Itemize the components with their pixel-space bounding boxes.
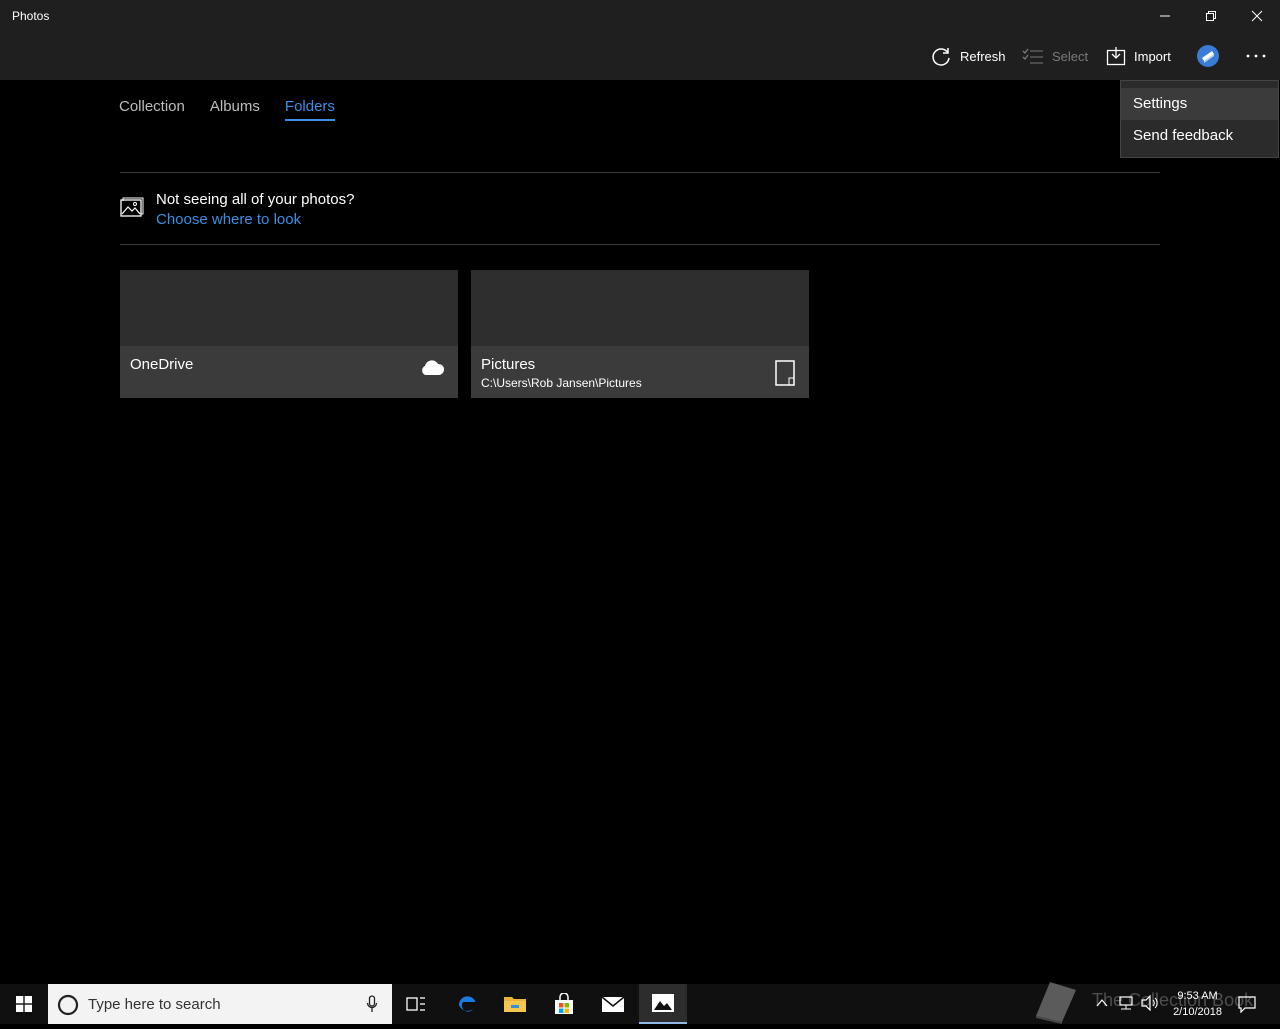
folder-name: OneDrive — [130, 356, 194, 373]
import-button[interactable]: Import — [1106, 44, 1171, 68]
tab-collection[interactable]: Collection — [119, 98, 185, 121]
action-center-icon[interactable] — [1238, 995, 1256, 1013]
restore-icon — [1206, 11, 1216, 21]
edge-browser-icon — [458, 996, 476, 1012]
notice-title: Not seeing all of your photos? — [156, 191, 355, 208]
clock-date: 2/10/2018 — [1173, 1006, 1222, 1018]
taskbar-store-button[interactable] — [540, 984, 588, 1024]
volume-icon[interactable] — [1141, 995, 1159, 1011]
taskbar-edge-button[interactable] — [443, 984, 491, 1024]
menu-item-settings[interactable]: Settings — [1121, 88, 1278, 120]
refresh-icon — [930, 45, 952, 67]
taskbar: Type here to search The Collection Book … — [0, 982, 1280, 1024]
mail-icon — [601, 996, 625, 1012]
close-button[interactable] — [1234, 0, 1280, 32]
folder-tile-pictures[interactable]: Pictures C:\Users\Rob Jansen\Pictures — [471, 270, 809, 398]
chevron-up-icon[interactable] — [1096, 997, 1108, 1009]
more-options-menu: Settings Send feedback — [1120, 80, 1279, 158]
refresh-button[interactable]: Refresh — [930, 44, 1006, 68]
app-title: Photos — [12, 9, 50, 23]
windows-logo-icon — [16, 996, 32, 1012]
close-icon — [1251, 10, 1263, 22]
divider-top — [120, 172, 1160, 173]
avatar-icon — [1197, 45, 1219, 67]
account-avatar[interactable] — [1195, 44, 1221, 68]
title-bar: Photos Refresh Select Import — [0, 0, 1280, 80]
taskbar-file-explorer-button[interactable] — [491, 984, 539, 1024]
folder-name: Pictures — [481, 356, 536, 373]
choose-where-to-look-link[interactable]: Choose where to look — [156, 211, 301, 228]
start-button[interactable] — [0, 984, 48, 1024]
taskbar-search-box[interactable]: Type here to search — [48, 984, 392, 1024]
tab-folders[interactable]: Folders — [284, 98, 335, 121]
photos-app-icon — [652, 994, 674, 1012]
cortana-icon — [57, 994, 79, 1016]
device-icon — [775, 360, 795, 391]
tab-albums[interactable]: Albums — [210, 98, 260, 121]
more-options-icon — [1246, 54, 1266, 58]
select-button[interactable]: Select — [1022, 44, 1088, 68]
restore-button[interactable] — [1188, 0, 1234, 32]
minimize-icon — [1160, 15, 1170, 17]
refresh-label: Refresh — [960, 48, 1006, 64]
select-list-icon — [1022, 47, 1044, 65]
store-bag-icon — [555, 993, 573, 1014]
network-icon[interactable] — [1118, 995, 1134, 1011]
book-watermark-icon — [1030, 976, 1082, 1029]
folder-tile-onedrive[interactable]: OneDrive — [120, 270, 458, 398]
divider-bottom — [120, 244, 1160, 245]
clock-time: 9:53 AM — [1177, 990, 1218, 1002]
task-view-button[interactable] — [392, 984, 440, 1024]
import-label: Import — [1134, 48, 1171, 64]
select-label: Select — [1052, 48, 1089, 64]
import-icon — [1106, 46, 1126, 66]
taskbar-photos-button[interactable] — [639, 984, 687, 1024]
system-clock[interactable]: 9:53 AM 2/10/2018 — [1173, 988, 1222, 1020]
search-placeholder: Type here to search — [88, 996, 221, 1013]
folder-icon — [504, 997, 526, 1012]
minimize-button[interactable] — [1142, 0, 1188, 32]
microphone-icon[interactable] — [366, 995, 378, 1013]
more-options-button[interactable] — [1243, 44, 1269, 68]
photos-icon — [120, 197, 144, 224]
taskbar-mail-button[interactable] — [589, 984, 637, 1024]
pivot-tabs: Collection Albums Folders — [119, 98, 360, 121]
task-view-icon — [406, 997, 425, 1011]
folder-path: C:\Users\Rob Jansen\Pictures — [481, 376, 642, 390]
cloud-icon — [419, 359, 445, 382]
menu-item-send-feedback[interactable]: Send feedback — [1121, 120, 1278, 152]
